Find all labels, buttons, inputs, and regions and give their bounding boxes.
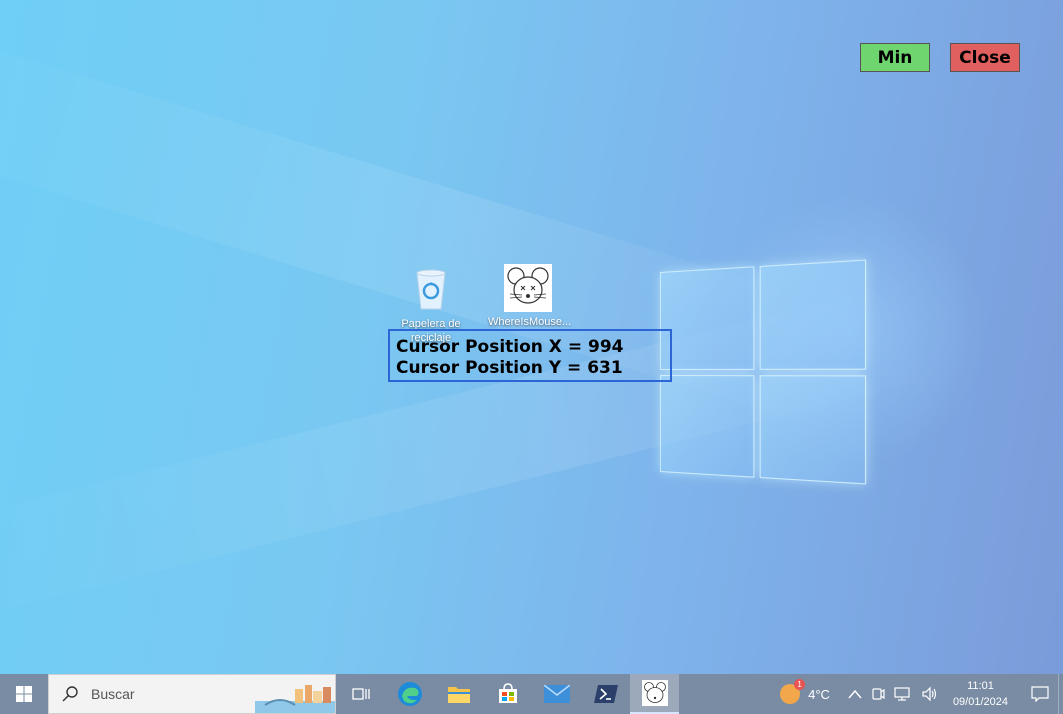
notification-icon: [1031, 686, 1049, 702]
cursor-y-readout: Cursor Position Y = 631: [396, 358, 623, 378]
taskbar-whereismouse[interactable]: [630, 674, 679, 714]
cursor-x-readout: Cursor Position X = 994: [396, 337, 624, 357]
whereismouse-icon: [641, 680, 668, 706]
windows-logo-wallpaper: [660, 259, 867, 485]
clock-time: 11:01: [967, 680, 994, 692]
weather-badge: 1: [794, 679, 806, 690]
start-button[interactable]: [0, 674, 48, 714]
task-view-icon: [351, 688, 370, 700]
search-icon: [62, 686, 78, 702]
taskbar: Buscar 1 4°C 11:01 09/01/2024: [0, 674, 1063, 714]
edge-icon: [397, 682, 422, 706]
clock-date: 09/01/2024: [952, 696, 1008, 708]
weather-temperature: 4°C: [808, 686, 830, 702]
taskbar-edge[interactable]: [385, 674, 434, 714]
cursor-position-panel: Cursor Position X = 994 Cursor Position …: [388, 329, 672, 382]
min-button[interactable]: Min: [860, 43, 930, 72]
windows-start-icon: [16, 686, 32, 702]
system-tray: 1 4°C 11:01 09/01/2024: [780, 674, 1063, 714]
file-explorer-icon: [447, 687, 470, 703]
volume-icon[interactable]: [921, 686, 939, 702]
powershell-icon: [593, 685, 618, 703]
store-icon: [498, 683, 517, 703]
weather-widget[interactable]: 1 4°C: [780, 679, 830, 704]
desktop-icon-whereismouse[interactable]: WhereIsMouse...: [488, 264, 572, 328]
recycle-bin-icon: [407, 265, 455, 313]
show-desktop-button[interactable]: [1058, 674, 1063, 714]
task-view-button[interactable]: [336, 674, 385, 714]
desktop-icon-label: WhereIsMouse...: [488, 316, 572, 328]
mail-icon: [543, 685, 570, 703]
taskbar-file-explorer[interactable]: [434, 674, 483, 714]
clock[interactable]: 11:01 09/01/2024: [953, 678, 1008, 710]
mouse-face-icon: [504, 264, 552, 312]
notification-center-button[interactable]: [1022, 674, 1058, 714]
meet-now-icon[interactable]: [871, 686, 885, 702]
weather-sun-icon: 1: [780, 679, 806, 704]
network-icon[interactable]: [894, 686, 912, 702]
taskbar-mail[interactable]: [532, 674, 581, 714]
taskbar-powershell[interactable]: [581, 674, 630, 714]
chevron-up-icon[interactable]: [848, 689, 862, 699]
search-highlight-illustration-icon: [255, 685, 335, 713]
search-placeholder: Buscar: [91, 686, 135, 702]
taskbar-store[interactable]: [483, 674, 532, 714]
close-button[interactable]: Close: [950, 43, 1020, 72]
search-box[interactable]: Buscar: [48, 674, 336, 714]
